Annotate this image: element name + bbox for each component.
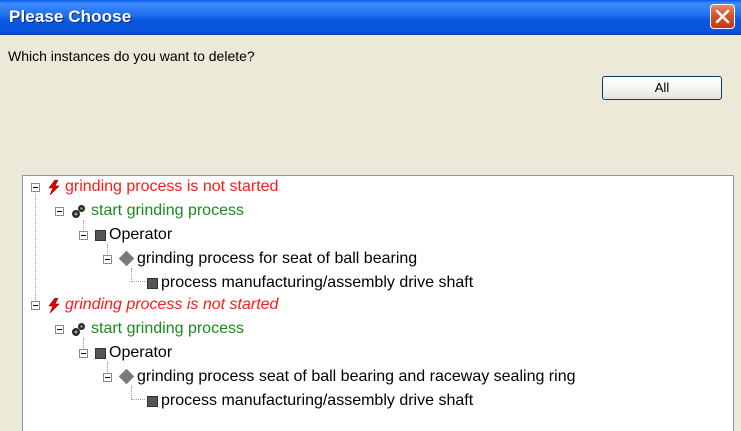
close-button[interactable]	[710, 4, 735, 29]
tree-node-label: grinding process for seat of ball bearin…	[137, 250, 418, 267]
all-button[interactable]: All	[602, 76, 722, 100]
tree-node-label: Operator	[109, 226, 173, 243]
diamond-icon	[118, 250, 135, 267]
collapse-toggle[interactable]	[103, 255, 112, 264]
title-bar[interactable]: Please Choose	[0, 0, 741, 35]
collapse-toggle[interactable]	[79, 349, 88, 358]
tree-node-label: grinding process seat of ball bearing an…	[137, 368, 576, 385]
prompt-label: Which instances do you want to delete?	[8, 48, 255, 64]
collapse-toggle[interactable]	[55, 325, 64, 334]
gears-icon	[72, 205, 85, 218]
gears-icon	[72, 323, 85, 336]
square-icon	[95, 230, 106, 241]
instance-tree[interactable]: grinding process is not started start gr…	[22, 175, 734, 431]
collapse-toggle[interactable]	[31, 301, 40, 310]
collapse-toggle[interactable]	[31, 183, 40, 192]
diamond-icon	[118, 368, 135, 385]
dialog-title: Please Choose	[9, 7, 132, 26]
square-icon	[95, 348, 106, 359]
collapse-toggle[interactable]	[79, 231, 88, 240]
square-icon	[147, 278, 158, 289]
tree-connector	[35, 190, 36, 310]
red-lightning-icon	[48, 298, 60, 313]
tree-node-label: grinding process is not started	[65, 178, 279, 195]
dialog-window: Please Choose Which instances do you wan…	[0, 0, 741, 431]
close-icon	[715, 9, 730, 24]
tree-node-label: start grinding process	[91, 320, 244, 337]
tree-connector	[131, 281, 145, 282]
tree-node-label: Operator	[109, 344, 173, 361]
tree-connector	[131, 268, 132, 282]
red-lightning-icon	[48, 180, 60, 195]
tree-connector	[131, 386, 132, 400]
collapse-toggle[interactable]	[103, 373, 112, 382]
tree-node-label: start grinding process	[91, 202, 244, 219]
tree-node-label: process manufacturing/assembly drive sha…	[161, 274, 474, 291]
tree-connector	[131, 399, 145, 400]
tree-node-label: grinding process is not started	[65, 296, 279, 313]
square-icon	[147, 396, 158, 407]
tree-node-label: process manufacturing/assembly drive sha…	[161, 392, 474, 409]
collapse-toggle[interactable]	[55, 207, 64, 216]
